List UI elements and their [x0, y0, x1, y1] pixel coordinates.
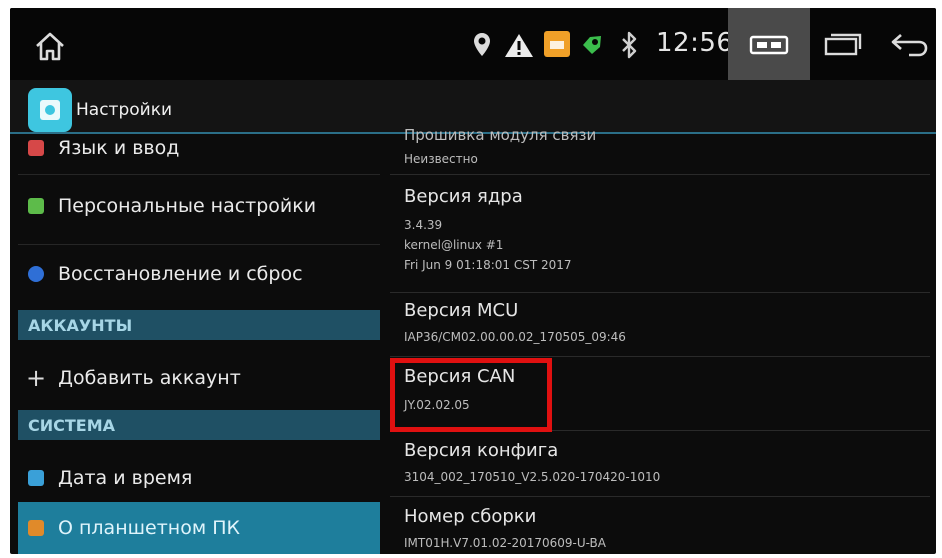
status-bar: 12:56	[10, 8, 936, 80]
sidebar-item-label: Добавить аккаунт	[58, 367, 241, 389]
detail-title: Версия MCU	[404, 300, 519, 321]
divider	[18, 244, 380, 245]
detail-value: Неизвестно	[404, 152, 478, 166]
detail-title: Версия конфига	[404, 440, 559, 461]
notification-orange-icon	[542, 28, 572, 60]
detail-title: Прошивка модуля связи	[404, 126, 597, 144]
sidebar-item-add-account[interactable]: + Добавить аккаунт	[18, 358, 380, 398]
sidebar-item-label: О планшетном ПК	[58, 517, 240, 539]
home-icon[interactable]	[28, 26, 72, 66]
sidebar-item-language[interactable]: Язык и ввод	[18, 134, 380, 162]
detail-title: Номер сборки	[404, 506, 537, 527]
head-unit-screen: 12:56 Настройки Язык и ввод Персональные…	[10, 8, 936, 554]
personal-icon	[28, 198, 44, 214]
sidebar-item-datetime[interactable]: Дата и время	[18, 454, 380, 502]
back-icon[interactable]	[884, 26, 934, 64]
divider	[390, 496, 930, 497]
detail-value: IAP36/CM02.00.00.02_170505_09:46	[404, 330, 626, 344]
recents-icon[interactable]	[816, 26, 870, 62]
location-icon	[470, 30, 494, 60]
divider	[18, 174, 380, 175]
sidebar-item-label: Восстановление и сброс	[58, 263, 303, 285]
bluetooth-icon	[616, 28, 642, 62]
divider	[390, 356, 930, 357]
settings-app-icon[interactable]	[28, 88, 72, 132]
settings-sidebar: Язык и ввод Персональные настройки Восст…	[10, 134, 386, 554]
sidebar-item-personal[interactable]: Персональные настройки	[18, 186, 380, 226]
media-icon[interactable]	[738, 28, 800, 62]
sidebar-item-about[interactable]: О планшетном ПК	[18, 502, 380, 554]
detail-value: 3.4.39	[404, 218, 443, 232]
divider	[390, 174, 930, 175]
clock-icon	[28, 470, 44, 486]
divider	[390, 292, 930, 293]
detail-value: kernel@linux #1	[404, 238, 504, 252]
section-header-accounts: АККАУНТЫ	[18, 310, 380, 340]
sidebar-item-label: Язык и ввод	[58, 137, 180, 159]
sidebar-item-restore[interactable]: Восстановление и сброс	[18, 254, 380, 294]
info-icon	[28, 520, 44, 536]
sidebar-item-label: Персональные настройки	[58, 195, 317, 217]
plus-icon: +	[26, 364, 47, 392]
can-version-highlight	[390, 358, 552, 432]
restore-icon	[28, 266, 44, 282]
language-icon	[28, 140, 44, 156]
about-details: Прошивка модуля связи Неизвестно Версия …	[386, 126, 936, 554]
page-title: Настройки	[76, 100, 173, 120]
section-header-system: СИСТЕМА	[18, 410, 380, 440]
notification-green-icon	[578, 30, 606, 60]
warning-icon	[502, 30, 536, 60]
clock: 12:56	[656, 28, 734, 58]
detail-value: Fri Jun 9 01:18:01 CST 2017	[404, 258, 572, 272]
detail-value: IMT01H.V7.01.02-20170609-U-BA	[404, 536, 606, 550]
detail-title: Версия ядра	[404, 186, 523, 207]
sidebar-item-label: Дата и время	[58, 467, 193, 489]
detail-value: 3104_002_170510_V2.5.020-170420-1010	[404, 470, 661, 484]
